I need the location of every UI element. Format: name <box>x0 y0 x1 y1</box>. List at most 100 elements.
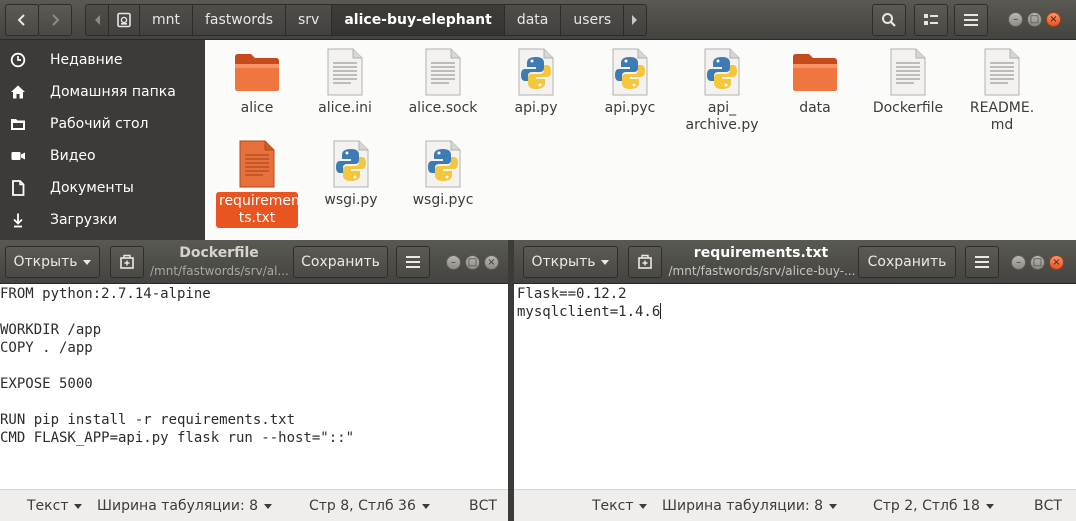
chevron-left-icon <box>17 14 25 26</box>
insert-mode-indicator: ВСТ <box>469 498 497 514</box>
breadcrumb-item[interactable]: data <box>505 5 562 35</box>
sidebar-item-label: Недавние <box>50 52 123 68</box>
cursor-position-label: Стр 8, Стлб 36 <box>309 498 416 514</box>
breadcrumb-item[interactable]: mnt <box>140 5 193 35</box>
drive-icon <box>117 12 131 28</box>
file-item-alice-ini[interactable]: alice.ini <box>304 48 386 117</box>
file-item-label-selected: requiremen ts.txt <box>216 192 300 228</box>
status-bar: Текст Ширина табуляции: 8 Стр 8, Стлб 36… <box>0 489 508 521</box>
file-item-label: alice <box>240 100 274 116</box>
maximize-button[interactable]: □ <box>1030 255 1045 270</box>
text-file-icon <box>884 48 932 96</box>
minimize-icon: – <box>451 256 456 268</box>
chevron-down-icon <box>264 503 273 509</box>
maximize-button[interactable]: □ <box>465 255 480 270</box>
chevron-down-icon <box>601 259 610 265</box>
minimize-button[interactable]: – <box>446 255 461 270</box>
breadcrumb-item-active[interactable]: alice-buy-elephant <box>332 5 505 35</box>
file-grid: alice alice.ini alice.sock api.py api.py… <box>205 40 1076 240</box>
editor-text: Flask==0.12.2 mysqlclient=1.4.6 <box>517 286 661 320</box>
editor-headerbar: Открыть Dockerfile /mnt/fastwords/srv/al… <box>0 240 508 284</box>
python-file-icon <box>698 48 746 96</box>
cursor-position-selector[interactable]: Стр 8, Стлб 36 <box>309 498 430 514</box>
breadcrumb-scroll-right[interactable] <box>624 5 646 35</box>
close-button[interactable]: × <box>1046 12 1061 27</box>
sidebar-item-documents[interactable]: Документы <box>0 172 205 204</box>
text-editor-area[interactable]: FROM python:2.7.14-alpine WORKDIR /app C… <box>0 285 354 447</box>
editor-subtitle: /mnt/fastwords/srv/al... <box>150 264 288 278</box>
sidebar-item-downloads[interactable]: Загрузки <box>0 204 205 236</box>
hamburger-menu-icon <box>975 256 989 268</box>
tab-width-selector[interactable]: Ширина табуляции: 8 <box>662 498 838 514</box>
file-item-dockerfile[interactable]: Dockerfile <box>867 48 949 117</box>
file-item-requirements-txt[interactable]: requiremen ts.txt <box>216 140 300 228</box>
new-tab-button[interactable] <box>110 246 144 278</box>
sidebar-item-desktop[interactable]: Рабочий стол <box>0 108 205 140</box>
close-icon: × <box>487 256 496 268</box>
forward-button[interactable] <box>38 4 72 36</box>
file-item-label: api.pyc <box>604 100 656 116</box>
triangle-right-icon <box>632 15 638 25</box>
file-item-alice[interactable]: alice <box>216 48 298 117</box>
menu-button[interactable] <box>965 246 999 278</box>
file-item-api-pyc[interactable]: api.pyc <box>589 48 671 117</box>
close-button[interactable]: × <box>1049 255 1064 270</box>
editor-subtitle: /mnt/fastwords/srv/alice-buy-... <box>668 264 856 278</box>
new-tab-button[interactable] <box>628 246 662 278</box>
file-item-api-archive-py[interactable]: api_ archive.py <box>681 48 763 134</box>
chevron-right-icon <box>52 14 60 26</box>
save-button[interactable]: Сохранить <box>858 246 956 278</box>
back-button[interactable] <box>5 4 39 36</box>
file-item-label: alice.sock <box>408 100 478 116</box>
file-item-alice-sock[interactable]: alice.sock <box>402 48 484 117</box>
places-sidebar: Недавние Домашняя папка Рабочий стол Вид… <box>0 40 205 240</box>
editor-title: Dockerfile <box>179 245 259 261</box>
file-item-readme[interactable]: README. md <box>961 48 1043 134</box>
save-button[interactable]: Сохранить <box>293 246 388 278</box>
view-mode-button[interactable] <box>914 4 948 36</box>
file-item-wsgi-pyc[interactable]: wsgi.pyc <box>402 140 484 209</box>
text-file-icon <box>978 48 1026 96</box>
file-item-wsgi-py[interactable]: wsgi.py <box>310 140 392 209</box>
editor-headerbar: Открыть requirements.txt /mnt/fastwords/… <box>514 240 1076 284</box>
menu-button[interactable] <box>954 4 988 36</box>
sidebar-item-recent[interactable]: Недавние <box>0 44 205 76</box>
syntax-label: Текст <box>592 498 634 514</box>
file-manager-window: mnt fastwords srv alice-buy-elephant dat… <box>0 0 1076 240</box>
breadcrumb: mnt fastwords srv alice-buy-elephant dat… <box>85 4 648 36</box>
minimize-button[interactable]: – <box>1008 12 1023 27</box>
close-button[interactable]: × <box>484 255 499 270</box>
open-button-label: Открыть <box>13 254 78 270</box>
syntax-selector[interactable]: Текст <box>592 498 648 514</box>
menu-button[interactable] <box>396 246 430 278</box>
breadcrumb-item[interactable]: srv <box>286 5 333 35</box>
breadcrumb-item[interactable]: fastwords <box>193 5 286 35</box>
download-icon <box>9 211 27 229</box>
search-button[interactable] <box>872 4 906 36</box>
python-file-icon <box>327 140 375 188</box>
breadcrumb-scroll-left[interactable] <box>86 5 109 35</box>
open-button[interactable]: Открыть <box>5 246 100 278</box>
maximize-button[interactable]: □ <box>1027 12 1042 27</box>
file-item-data[interactable]: data <box>774 48 856 117</box>
tab-width-label: Ширина табуляции: 8 <box>662 498 824 514</box>
maximize-icon: □ <box>1029 13 1040 25</box>
breadcrumb-item[interactable]: users <box>561 5 625 35</box>
tab-width-selector[interactable]: Ширина табуляции: 8 <box>97 498 273 514</box>
text-editor-area[interactable]: Flask==0.12.2 mysqlclient=1.4.6 <box>517 285 662 321</box>
syntax-selector[interactable]: Текст <box>27 498 83 514</box>
chevron-down-icon <box>639 503 648 509</box>
open-button[interactable]: Открыть <box>523 246 618 278</box>
breadcrumb-root-drive[interactable] <box>109 5 140 35</box>
chevron-down-icon <box>985 503 994 509</box>
sidebar-item-label: Домашняя папка <box>50 84 176 100</box>
syntax-label: Текст <box>27 498 69 514</box>
home-icon <box>9 83 27 101</box>
python-file-icon <box>606 48 654 96</box>
sidebar-item-video[interactable]: Видео <box>0 140 205 172</box>
minimize-button[interactable]: – <box>1011 255 1026 270</box>
cursor-position-selector[interactable]: Стр 2, Стлб 18 <box>873 498 994 514</box>
hamburger-menu-icon <box>406 256 420 268</box>
sidebar-item-home[interactable]: Домашняя папка <box>0 76 205 108</box>
file-item-api-py[interactable]: api.py <box>495 48 577 117</box>
